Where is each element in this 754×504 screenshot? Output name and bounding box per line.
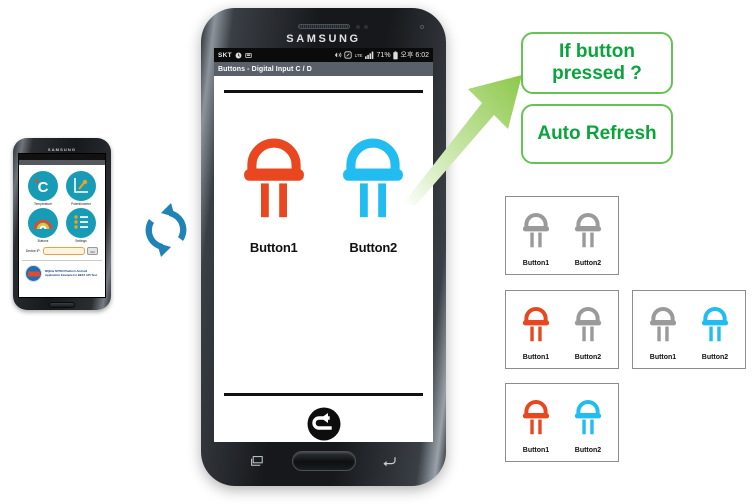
small-phone-label-settings: Settings [75,239,87,243]
small-phone-label-temperature: Temperature [34,202,52,206]
callout-if-line2: pressed ? [552,63,642,84]
small-phone-device-ip-row: Device IP: GO [22,243,102,255]
panel-led-button1: Button1 [519,205,553,267]
panel-led-label-button1: Button1 [522,354,550,361]
divider-top [224,90,423,93]
led-icon [522,213,550,248]
led-icon [243,138,304,218]
panel-led-button2: Button2 [571,205,605,267]
led-icon [522,400,550,435]
small-phone-label-potentiometer: Potentiometer [71,202,91,206]
small-phone-device: SAMSUNG C Temperature Potentiometer Butt… [13,138,111,310]
phone-nav-bezel [201,446,446,480]
led-button1[interactable]: Button1 [235,121,313,255]
go-button[interactable]: GO [87,247,98,255]
led-state-panel-button1-on: Button1 Button2 [505,290,619,369]
panel-led-label-button1: Button1 [649,354,677,361]
led-state-panel-both-on: Button1 Button2 [505,383,619,462]
panel-led-label-button2: Button2 [574,354,602,361]
led-icon [574,400,602,435]
small-phone-label-buttons: Buttons [37,239,49,243]
diagram-canvas: SAMSUNG C Temperature Potentiometer Butt… [0,0,754,504]
led-label-button1: Button1 [249,240,298,255]
led-row-main: Button1 Button2 [224,121,423,255]
home-button[interactable] [291,451,356,471]
device-ip-input[interactable] [42,247,85,255]
panel-led-button2: Button2 [571,392,605,454]
led-icon [649,307,677,342]
light-sensor-icon [364,24,368,29]
proximity-sensor-icon [356,24,360,29]
alarm-clock-icon [235,52,242,58]
panel-led-button1: Button1 [519,392,553,454]
panel-led-button2: Button2 [698,299,732,361]
signal-bars-icon [365,51,374,59]
small-phone-item-potentiometer[interactable]: Potentiometer [64,171,98,206]
panel-led-label-button1: Button1 [522,447,550,454]
led-icon [522,307,550,342]
small-phone-footer-text: MQbile M7500 Platform Android Applicatio… [45,268,97,277]
panel-led-label-button2: Button2 [574,447,602,454]
panel-led-button2: Button2 [571,299,605,361]
network-type-label: LTE [354,52,363,58]
small-phone-item-settings[interactable]: Settings [64,208,98,243]
refresh-button[interactable] [306,406,342,442]
led-icon [701,307,729,342]
svg-text:C: C [38,179,49,196]
panel-led-label-button2: Button2 [701,354,729,361]
refresh-area [214,393,433,442]
small-phone-item-buttons[interactable]: Buttons [26,208,60,243]
callout-auto-text: Auto Refresh [537,122,657,144]
small-phone-home-button[interactable] [49,302,75,308]
led-state-panel-both-off: Button1 Button2 [505,196,619,275]
callout-if-line1: If button [559,40,635,62]
small-phone-footer: MQbile M7500 Platform Android Applicatio… [22,260,102,282]
earpiece-speaker [297,24,350,29]
divider-bottom [224,393,423,396]
app-title: Buttons - Digital Input C / D [218,65,312,73]
phone-top-bezel: SAMSUNG [201,22,446,48]
nfc-icon [344,51,352,59]
back-icon[interactable] [383,456,396,467]
callout-auto-refresh: Auto Refresh [521,104,673,164]
vibrate-icon [334,52,342,58]
sd-card-icon [245,52,252,58]
refresh-icon [307,407,340,441]
device-ip-label: Device IP: [26,249,41,253]
small-phone-item-temperature[interactable]: C Temperature [26,171,60,206]
led-icon [574,307,602,342]
temperature-icon: C [28,171,58,201]
settings-icon [66,208,96,238]
potentiometer-icon [66,171,96,201]
led-icon [574,213,602,248]
company-logo-icon [25,265,42,282]
phone-brand: SAMSUNG [286,33,361,45]
carrier-label: SKT [218,51,232,59]
small-phone-screen: C Temperature Potentiometer Buttons Sett… [18,153,106,298]
small-phone-menu-grid: C Temperature Potentiometer Buttons Sett… [22,169,102,243]
led-label-button2: Button2 [349,240,398,255]
callout-if-button-pressed: If button pressed ? [521,32,673,94]
buttons-icon [28,208,58,238]
panel-led-button1: Button1 [646,299,680,361]
callout-if-text: If button pressed ? [552,41,642,86]
panel-led-label-button1: Button1 [522,260,550,267]
front-camera-icon [419,24,424,29]
recents-icon[interactable] [251,456,263,466]
led-state-panel-button2-on: Button1 Button2 [632,290,746,369]
panel-led-button1: Button1 [519,299,553,361]
sync-arrows-icon [133,197,199,263]
battery-percent-label: 71% [376,51,391,59]
green-arrow-icon [398,55,526,205]
panel-led-label-button2: Button2 [574,260,602,267]
